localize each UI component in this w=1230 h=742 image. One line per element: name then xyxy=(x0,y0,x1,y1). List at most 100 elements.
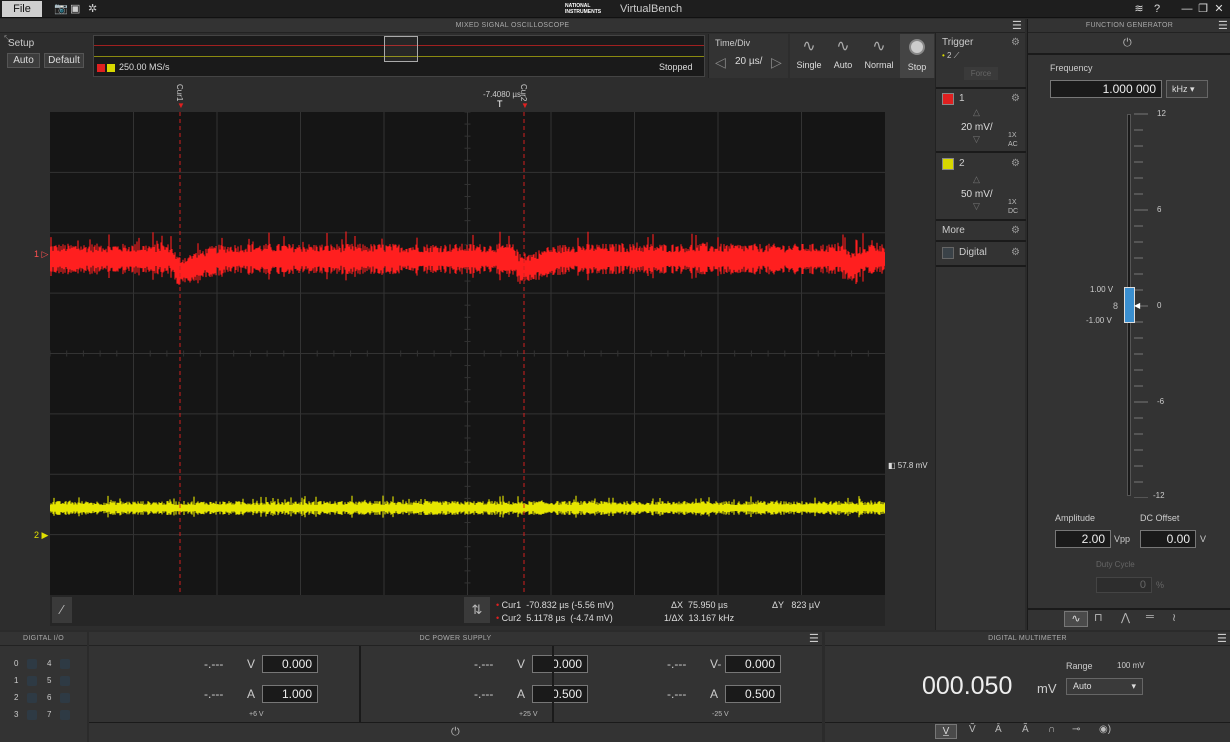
normal-label: Normal xyxy=(864,60,894,70)
display-icon[interactable]: ▣ xyxy=(70,2,80,16)
close-button[interactable]: ✕ xyxy=(1212,2,1226,16)
dc-current-mode-icon[interactable]: Ā xyxy=(995,724,1002,735)
ch2-scale-value[interactable]: 50 mV/ xyxy=(961,189,993,200)
low-level-label: -1.00 V xyxy=(1086,316,1112,325)
cursor1-handle[interactable]: ▼ xyxy=(177,101,185,110)
high-level-label: 1.00 V xyxy=(1090,285,1114,294)
timediv-value[interactable]: 20 µs/ xyxy=(735,56,762,67)
overview-viewport[interactable] xyxy=(384,36,418,62)
dio-line-indicator[interactable] xyxy=(27,710,37,720)
ch2-offset-marker[interactable]: 2 ▶ xyxy=(34,530,48,541)
square-wave-icon[interactable]: ⊓ xyxy=(1094,611,1103,624)
dmm-menu-icon[interactable]: ☰ xyxy=(1217,632,1227,646)
dcps-voltage-input[interactable]: 0.000 xyxy=(532,655,588,673)
timediv-increase-icon[interactable]: ▷ xyxy=(771,54,782,71)
cursor2-handle[interactable]: ▼ xyxy=(521,101,529,110)
auto-setup-button[interactable]: Auto xyxy=(7,53,40,68)
ch1-scale-up-icon[interactable]: △ xyxy=(973,107,980,118)
dio-line-indicator[interactable] xyxy=(60,659,70,669)
ch2-scale-up-icon[interactable]: △ xyxy=(973,174,980,185)
ch1-enable-toggle[interactable] xyxy=(942,93,954,105)
dcps-power-icon[interactable]: ⏻ xyxy=(451,726,460,739)
dio-header: DIGITAL I/O xyxy=(0,632,87,646)
dc-offset-input[interactable]: 0.00 xyxy=(1140,530,1196,548)
ch2-enable-toggle[interactable] xyxy=(942,158,954,170)
stop-button[interactable]: Stop xyxy=(900,34,934,78)
dc-power-supply-panel: DC POWER SUPPLY ☰ -.--- V 0.000 -.--- A … xyxy=(89,632,822,742)
file-menu-button[interactable]: File xyxy=(2,1,42,17)
ch2-probe: 1X xyxy=(1008,199,1017,206)
triangle-wave-icon[interactable]: ⋀ xyxy=(1121,611,1130,624)
dcps-voltage-unit: V xyxy=(247,657,256,671)
continuity-mode-icon[interactable]: ◉) xyxy=(1099,724,1111,735)
ch1-gear-icon[interactable]: ⚙ xyxy=(1011,93,1020,104)
camera-icon[interactable]: 📷 xyxy=(54,2,68,16)
dcps-current-input[interactable]: 0.500 xyxy=(532,685,588,703)
dio-line-indicator[interactable] xyxy=(27,693,37,703)
dmm-header: DIGITAL MULTIMETER xyxy=(825,632,1230,646)
frequency-unit-select[interactable]: kHz ▾ xyxy=(1166,80,1208,98)
dio-line-indicator[interactable] xyxy=(60,693,70,703)
more-label[interactable]: More xyxy=(942,225,965,236)
more-gear-icon[interactable]: ⚙ xyxy=(1011,225,1020,236)
scope-menu-icon[interactable]: ☰ xyxy=(1012,19,1022,33)
noise-wave-icon[interactable]: ≀ xyxy=(1172,611,1176,624)
default-setup-button[interactable]: Default xyxy=(44,53,84,68)
normal-mode-button[interactable]: ∿ Normal xyxy=(860,34,898,78)
dc-wave-icon[interactable]: ═ xyxy=(1146,611,1154,623)
minimize-button[interactable]: — xyxy=(1180,2,1194,16)
dio-line-label: 0 xyxy=(14,659,19,668)
help-icon[interactable]: ? xyxy=(1150,2,1164,16)
single-mode-button[interactable]: ∿ Single xyxy=(792,34,826,78)
link-icon[interactable]: 8 xyxy=(1113,301,1118,311)
digital-gear-icon[interactable]: ⚙ xyxy=(1011,247,1020,258)
fgen-power-icon[interactable]: ⏻ xyxy=(1123,37,1132,50)
trigger-gear-icon[interactable]: ⚙ xyxy=(1011,37,1020,48)
ch2-gear-icon[interactable]: ⚙ xyxy=(1011,158,1020,169)
dc-voltage-mode-icon[interactable]: V̲ xyxy=(935,724,957,739)
cursor-readout-bar: ⁄ ⇅ • Cur1 -70.832 µs (-5.56 mV) • Cur2 … xyxy=(50,595,885,626)
ch1-scale-value[interactable]: 20 mV/ xyxy=(961,122,993,133)
fgen-menu-icon[interactable]: ☰ xyxy=(1218,19,1228,33)
amplitude-input[interactable]: 2.00 xyxy=(1055,530,1111,548)
force-trigger-button[interactable]: Force xyxy=(964,67,998,80)
trigger-position-icon[interactable]: T xyxy=(497,99,503,109)
auto-label: Auto xyxy=(833,60,853,70)
auto-mode-button[interactable]: ∿ Auto xyxy=(826,34,860,78)
dmm-range-select[interactable]: Auto ▾ xyxy=(1066,678,1143,695)
sine-wave-icon[interactable]: ∿ xyxy=(1064,611,1088,627)
dcps-voltage-input[interactable]: 0.000 xyxy=(725,655,781,673)
digital-enable-toggle[interactable] xyxy=(942,247,954,259)
diode-mode-icon[interactable]: ⊸ xyxy=(1072,724,1080,735)
cursor1-readout: • Cur1 -70.832 µs (-5.56 mV) xyxy=(496,600,614,610)
ch1-scale-down-icon[interactable]: ▽ xyxy=(973,134,980,145)
restore-button[interactable]: ❐ xyxy=(1196,2,1210,16)
ac-current-mode-icon[interactable]: Ã xyxy=(1022,724,1029,735)
dio-line-indicator[interactable] xyxy=(60,710,70,720)
dcps-menu-icon[interactable]: ☰ xyxy=(809,632,819,646)
ch2-scale-down-icon[interactable]: ▽ xyxy=(973,201,980,212)
resistance-mode-icon[interactable]: ∩ xyxy=(1048,724,1055,735)
trigger-time-label: -7.4080 µs xyxy=(483,90,521,99)
cursor-icon[interactable]: ⇅ xyxy=(464,597,490,623)
dcps-current-input[interactable]: 0.500 xyxy=(725,685,781,703)
dcps-current-input[interactable]: 1.000 xyxy=(262,685,318,703)
dio-line-indicator[interactable] xyxy=(60,676,70,686)
ch1-offset-marker[interactable]: 1 ▷ xyxy=(34,249,48,260)
oscilloscope-graticule[interactable] xyxy=(50,112,885,595)
duty-cycle-input[interactable]: 0 xyxy=(1096,577,1152,593)
dio-line-indicator[interactable] xyxy=(27,676,37,686)
overview-strip[interactable]: 250.00 MS/s Stopped xyxy=(93,35,705,77)
inverse-delta-x-readout: 1/ΔX 13.167 kHz xyxy=(664,613,735,623)
timediv-decrease-icon[interactable]: ◁ xyxy=(715,54,726,71)
dio-line-label: 6 xyxy=(47,693,52,702)
ac-voltage-mode-icon[interactable]: Ṽ xyxy=(969,724,976,735)
wifi-icon[interactable]: ≋ xyxy=(1132,2,1146,16)
dcps-voltage-input[interactable]: 0.000 xyxy=(262,655,318,673)
dcps-voltage-unit: V- xyxy=(710,657,722,671)
cursor1-value: -70.832 µs (-5.56 mV) xyxy=(526,600,614,610)
frequency-input[interactable]: 1.000 000 xyxy=(1050,80,1162,98)
network-icon[interactable]: ✲ xyxy=(88,2,97,16)
measure-icon[interactable]: ⁄ xyxy=(52,597,72,623)
dio-line-indicator[interactable] xyxy=(27,659,37,669)
